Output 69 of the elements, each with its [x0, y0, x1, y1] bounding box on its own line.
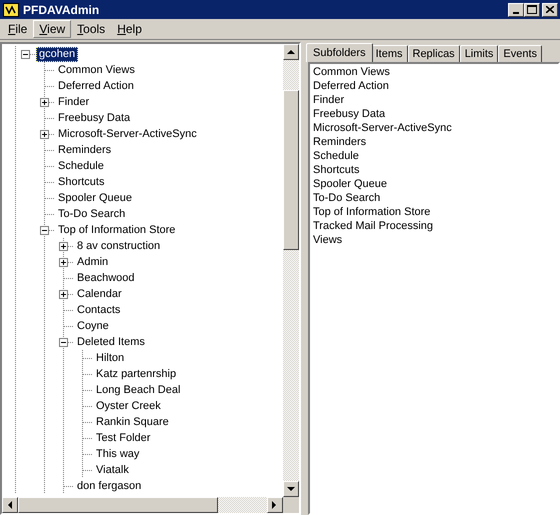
app-icon — [3, 2, 19, 16]
close-button[interactable] — [542, 2, 558, 16]
tree-item[interactable]: This way — [93, 446, 142, 462]
vertical-scrollbar[interactable] — [283, 44, 299, 497]
tree-item[interactable]: Calendar — [74, 286, 125, 302]
list-item[interactable]: Spooler Queue — [313, 177, 555, 191]
tree-item[interactable]: Viatalk — [93, 462, 132, 478]
scroll-up-button[interactable] — [283, 44, 299, 60]
tree-item[interactable]: don fergason — [74, 478, 144, 494]
scroll-left-button[interactable] — [2, 497, 18, 513]
list-item[interactable]: Freebusy Data — [313, 107, 555, 121]
tree-item[interactable]: Test Folder — [93, 430, 154, 446]
maximize-button[interactable] — [524, 2, 540, 16]
tree-item[interactable]: Long Beach Deal — [93, 382, 184, 398]
expand-icon[interactable] — [59, 242, 68, 250]
tree-item[interactable]: Spooler Queue — [55, 190, 135, 206]
list-item[interactable]: Reminders — [313, 135, 555, 149]
menu-item[interactable]: File — [2, 20, 34, 38]
tree-item[interactable]: Deferred Action — [55, 78, 137, 94]
horizontal-scrollbar[interactable] — [2, 497, 299, 513]
tree-item[interactable]: Hilton — [93, 350, 128, 366]
list-item[interactable]: Microsoft-Server-ActiveSync — [313, 121, 555, 135]
tab[interactable]: Subfolders — [306, 43, 373, 62]
close-icon — [546, 6, 554, 13]
scrollbar-corner — [283, 497, 299, 513]
scroll-thumb[interactable] — [18, 497, 218, 513]
list-item[interactable]: To-Do Search — [313, 191, 555, 205]
list-item[interactable]: Top of Information Store — [313, 205, 555, 219]
tree-item[interactable]: Common Views — [55, 62, 138, 78]
tree-item[interactable]: gcohen — [36, 46, 78, 62]
scroll-right-button[interactable] — [267, 497, 283, 513]
tree-item[interactable]: To-Do Search — [55, 206, 128, 222]
tree-item[interactable]: Beachwood — [74, 270, 138, 286]
expand-icon[interactable] — [59, 290, 68, 298]
expand-icon[interactable] — [40, 98, 49, 106]
tree-item[interactable]: Freebusy Data — [55, 110, 134, 126]
list-item[interactable]: Schedule — [313, 149, 555, 163]
expand-icon[interactable] — [40, 130, 49, 138]
menu-item[interactable]: Tools — [71, 20, 112, 38]
tree-item[interactable]: Rankin Square — [93, 414, 172, 430]
list-item[interactable]: Deferred Action — [313, 79, 555, 93]
tree-item[interactable]: Microsoft-Server-ActiveSync — [55, 126, 200, 142]
collapse-icon[interactable] — [40, 226, 49, 234]
tree-item[interactable]: Deleted Items — [74, 334, 148, 350]
tree-item[interactable]: Reminders — [55, 142, 114, 158]
tree-item[interactable]: Finder — [55, 94, 92, 110]
tree-item[interactable]: Contacts — [74, 302, 124, 318]
expand-icon[interactable] — [59, 258, 68, 266]
tree-item[interactable]: Shortcuts — [55, 174, 108, 190]
tree-item[interactable]: Schedule — [55, 158, 107, 174]
minimize-button[interactable] — [508, 2, 524, 16]
scroll-down-button[interactable] — [283, 481, 299, 497]
menu-item[interactable]: Help — [111, 20, 148, 38]
tree-item[interactable]: Coyne — [74, 318, 112, 334]
tree-item[interactable]: Katz partenrship — [93, 366, 180, 382]
list-item[interactable]: Shortcuts — [313, 163, 555, 177]
tree-item[interactable]: Oyster Creek — [93, 398, 164, 414]
tree-item[interactable]: Admin — [74, 254, 112, 270]
list-item[interactable]: Tracked Mail Processing — [313, 219, 555, 233]
tree-item[interactable]: 8 av construction — [74, 238, 164, 254]
list-item[interactable]: Finder — [313, 93, 555, 107]
scroll-thumb[interactable] — [283, 90, 299, 250]
collapse-icon[interactable] — [59, 338, 68, 346]
menu-item[interactable]: View — [33, 20, 72, 38]
tree-item[interactable]: Top of Information Store — [55, 222, 178, 238]
window-title: PFDAVAdmin — [23, 2, 100, 16]
list-item[interactable]: Views — [313, 233, 555, 247]
collapse-icon[interactable] — [21, 50, 30, 58]
list-item[interactable]: Common Views — [313, 65, 555, 79]
